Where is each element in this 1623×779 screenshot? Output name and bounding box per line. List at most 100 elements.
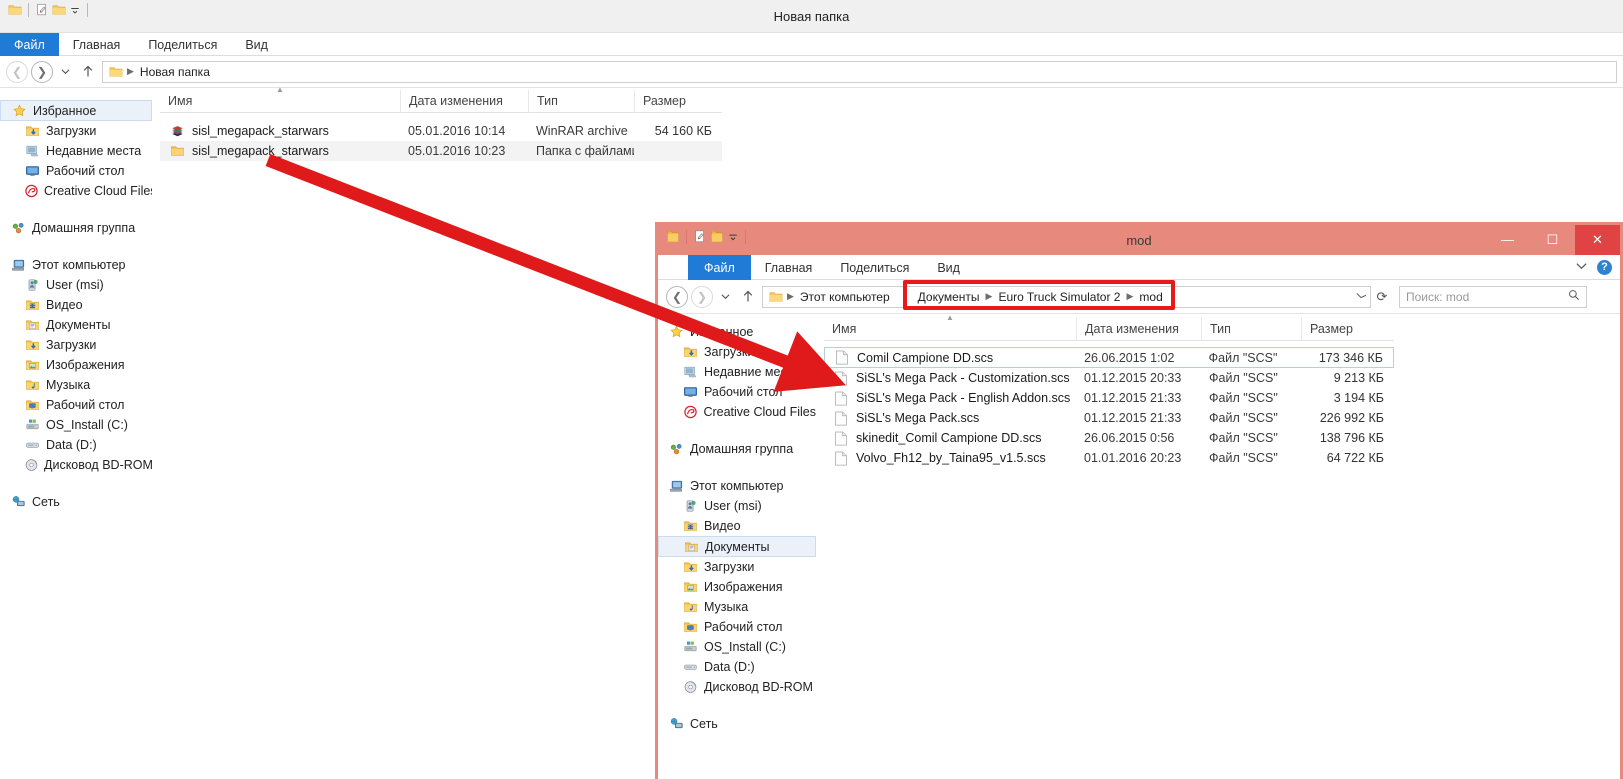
up-button[interactable] — [737, 286, 759, 308]
tab-home[interactable]: Главная — [751, 255, 827, 280]
nav-item-сеть[interactable]: Сеть — [0, 492, 152, 512]
nav-item-загрузки[interactable]: Загрузки — [658, 557, 816, 577]
nav-item-data-d[interactable]: Data (D:) — [0, 435, 152, 455]
column-header-size[interactable]: Размер — [634, 89, 722, 113]
maximize-button[interactable]: ☐ — [1530, 225, 1575, 255]
table-row[interactable]: sisl_megapack_starwars 05.01.2016 10:14 Wi… — [160, 121, 722, 141]
breadcrumb[interactable]: ▶ Новая папка — [125, 65, 214, 79]
column-header-size[interactable]: Размер — [1301, 317, 1394, 341]
nav-item-этот-компьютер[interactable]: Этот компьютер — [658, 476, 816, 496]
up-button[interactable] — [77, 61, 99, 83]
nav-item-label: Загрузки — [704, 345, 755, 359]
window2-ribbon-right: ? — [1576, 255, 1612, 279]
tab-view[interactable]: Вид — [923, 255, 974, 280]
back-button[interactable]: ❮ — [6, 60, 28, 83]
nav-item-загрузки[interactable]: Загрузки — [0, 335, 152, 355]
nav-item-рабочий-стол[interactable]: Рабочий стол — [0, 395, 152, 415]
tab-home[interactable]: Главная — [59, 33, 135, 57]
breadcrumb-item-0[interactable]: Новая папка — [136, 65, 214, 79]
nav-item-музыка[interactable]: Музыка — [658, 597, 816, 617]
nav-item-сеть[interactable]: Сеть — [658, 714, 816, 734]
column-header-type[interactable]: Тип — [528, 89, 634, 113]
close-button[interactable]: ✕ — [1575, 225, 1620, 255]
tab-view[interactable]: Вид — [231, 33, 282, 57]
nav-item-избранное[interactable]: Избранное — [658, 322, 816, 342]
help-icon[interactable]: ? — [1597, 259, 1612, 275]
search-icon[interactable] — [1568, 289, 1580, 304]
column-header-modified[interactable]: Дата изменения — [400, 89, 528, 113]
nav-item-изображения[interactable]: Изображения — [658, 577, 816, 597]
nav-item-домашняя-группа[interactable]: Домашняя группа — [0, 218, 152, 238]
table-row[interactable]: sisl_megapack_starwars 05.01.2016 10:23 Па… — [160, 141, 722, 161]
forward-button[interactable]: ❯ — [691, 285, 713, 308]
table-row[interactable]: SiSL's Mega Pack - English Addon.scs 01.1… — [824, 388, 1394, 408]
chevron-down-icon[interactable] — [1576, 261, 1587, 273]
cell-type: Файл "SCS" — [1209, 431, 1278, 445]
window1-address-field[interactable]: ▶ Новая папка — [102, 60, 1617, 83]
table-row[interactable]: SiSL's Mega Pack.scs 01.12.2015 21:33 Файл… — [824, 408, 1394, 428]
user-folder-icon — [24, 278, 41, 292]
screen: Новая папка Файл Главная Поделиться Вид … — [0, 0, 1623, 779]
table-row[interactable]: skinedit_Comil Campione DD.scs 26.06.2015… — [824, 428, 1394, 448]
column-header-type[interactable]: Тип — [1201, 317, 1301, 341]
nav-item-музыка[interactable]: Музыка — [0, 375, 152, 395]
nav-item-загрузки[interactable]: Загрузки — [658, 342, 816, 362]
table-row[interactable]: SiSL's Mega Pack - Customization.scs 01.1… — [824, 368, 1394, 388]
nav-item-видео[interactable]: Видео — [658, 516, 816, 536]
nav-item-изображения[interactable]: Изображения — [0, 355, 152, 375]
breadcrumb-item-0[interactable]: Документы — [908, 290, 984, 304]
address-dropdown-icon[interactable] — [1356, 291, 1371, 302]
nav-item-недавние-места[interactable]: Недавние места — [658, 362, 816, 382]
nav-item-data-d[interactable]: Data (D:) — [658, 657, 816, 677]
nav-item-user-msi[interactable]: User (msi) — [658, 496, 816, 516]
nav-item-видео[interactable]: Видео — [0, 295, 152, 315]
breadcrumb-item-2[interactable]: mod — [1135, 290, 1166, 304]
nav-item-недавние-места[interactable]: Недавние места — [0, 141, 152, 161]
table-row[interactable]: Volvo_Fh12_by_Taina95_v1.5.scs 01.01.2016… — [824, 448, 1394, 468]
breadcrumb-root[interactable]: Этот компьютер — [796, 290, 894, 304]
tab-file[interactable]: Файл — [688, 255, 751, 280]
breadcrumb-arrow: ▶ — [127, 66, 134, 76]
tab-share[interactable]: Поделиться — [826, 255, 923, 280]
nav-item-загрузки[interactable]: Загрузки — [0, 121, 152, 141]
window2-window-buttons: — ☐ ✕ — [1485, 225, 1620, 255]
nav-item-рабочий-стол[interactable]: Рабочий стол — [658, 617, 816, 637]
column-header-modified[interactable]: Дата изменения — [1076, 317, 1201, 341]
nav-item-избранное[interactable]: Избранное — [0, 100, 152, 121]
window2-address-field[interactable]: ▶ Этот компьютер Документы ▶ Euro Truck … — [762, 285, 1371, 308]
nav-item-os-install-c[interactable]: OS_Install (C:) — [658, 637, 816, 657]
nav-item-рабочий-стол[interactable]: Рабочий стол — [658, 382, 816, 402]
nav-item-домашняя-группа[interactable]: Домашняя группа — [658, 439, 816, 459]
nav-item-рабочий-стол[interactable]: Рабочий стол — [0, 161, 152, 181]
nav-item-дисковод-bd-rom[interactable]: Дисковод BD-ROM — [658, 677, 816, 697]
nav-item-label: Рабочий стол — [704, 385, 783, 399]
nav-item-os-install-c[interactable]: OS_Install (C:) — [0, 415, 152, 435]
tab-share[interactable]: Поделиться — [134, 33, 231, 57]
cell-type: WinRAR archive — [536, 124, 628, 138]
search-input[interactable]: Поиск: mod — [1399, 285, 1587, 308]
nav-item-этот-компьютер[interactable]: Этот компьютер — [0, 255, 152, 275]
refresh-button[interactable]: ⟳ — [1371, 289, 1393, 305]
nav-item-документы[interactable]: Документы — [0, 315, 152, 335]
back-button[interactable]: ❮ — [666, 285, 688, 308]
nav-item-документы[interactable]: Документы — [658, 536, 816, 557]
tab-file[interactable]: Файл — [0, 33, 59, 57]
nav-item-user-msi[interactable]: User (msi) — [0, 275, 152, 295]
column-header-name[interactable]: ▲ Имя — [824, 313, 1076, 341]
forward-button[interactable]: ❯ — [31, 60, 53, 83]
recent-locations-dropdown[interactable] — [716, 286, 734, 308]
breadcrumb[interactable]: ▶ Этот компьютер Документы ▶ Euro Truck … — [785, 290, 1167, 304]
nav-item-creative-cloud-files[interactable]: Creative Cloud Files — [0, 181, 152, 201]
column-header-name[interactable]: ▲ Имя — [160, 85, 400, 113]
minimize-button[interactable]: — — [1485, 225, 1530, 255]
desktop-icon — [24, 164, 41, 178]
breadcrumb-item-1[interactable]: Euro Truck Simulator 2 — [994, 290, 1124, 304]
window2-nav-pane: Избранное Загрузки Недавние места Рабочий с… — [658, 314, 816, 774]
table-row[interactable]: Comil Campione DD.scs 26.06.2015 1:02 Файл… — [824, 347, 1394, 368]
recent-locations-dropdown[interactable] — [56, 61, 74, 83]
nav-item-label: Изображения — [704, 580, 783, 594]
nav-item-дисковод-bd-rom[interactable]: Дисковод BD-ROM — [0, 455, 152, 475]
nav-item-creative-cloud-files[interactable]: Creative Cloud Files — [658, 402, 816, 422]
nav-item-label: Музыка — [704, 600, 749, 614]
explorer-window-mod: mod — ☐ ✕ Файл Главная Поделиться Вид ? — [655, 222, 1623, 779]
